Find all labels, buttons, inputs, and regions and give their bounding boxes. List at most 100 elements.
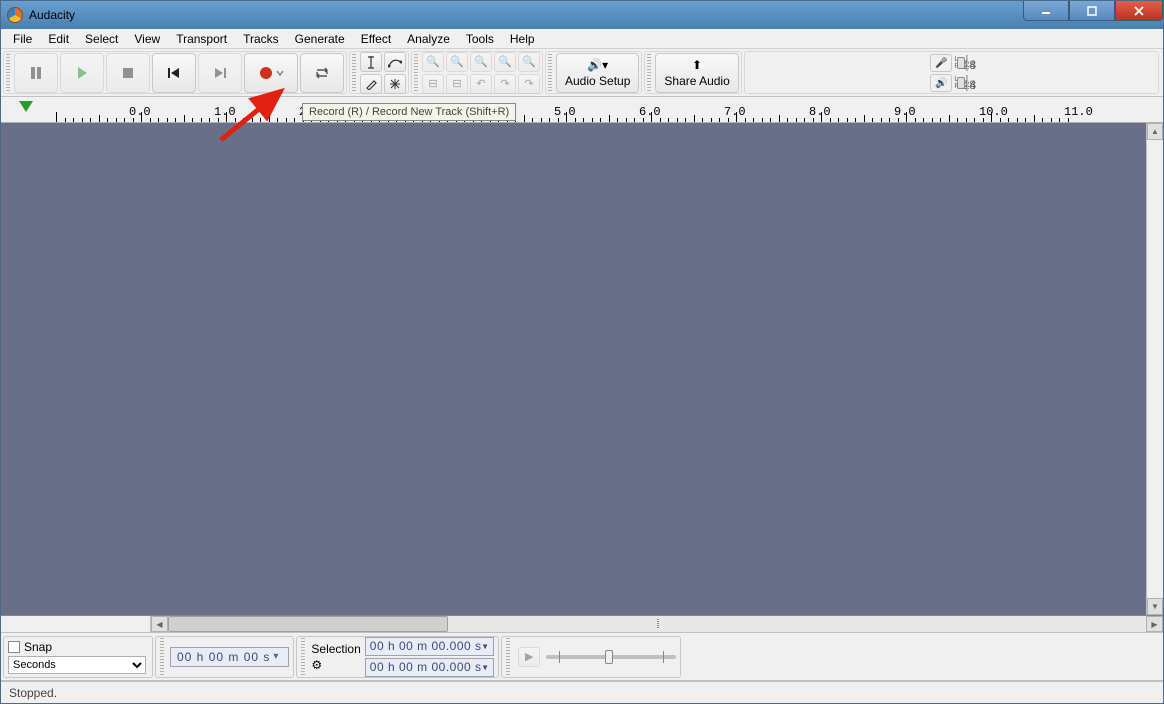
play-button[interactable] (60, 53, 104, 93)
snap-unit-select[interactable]: Seconds (8, 656, 146, 674)
hscroll-track[interactable] (168, 616, 1146, 632)
speaker-meter-icon[interactable]: 🔊 (930, 74, 952, 92)
menu-tracks[interactable]: Tracks (235, 30, 287, 48)
loop-button[interactable] (300, 53, 344, 93)
toolbar-grip[interactable] (6, 54, 10, 92)
redo-button-2[interactable]: ↷ (518, 74, 540, 94)
close-button[interactable] (1115, 1, 1163, 21)
undo-button[interactable]: ↶ (470, 74, 492, 94)
gear-icon[interactable]: ⚙ (311, 658, 360, 672)
fit-selection-button[interactable]: 🔍 (470, 52, 492, 72)
ruler-label: 6.0 (639, 105, 661, 119)
menu-help[interactable]: Help (502, 30, 543, 48)
snap-label: Snap (24, 640, 52, 654)
speaker-icon: 🔊▾ (587, 58, 608, 72)
play-at-speed-button[interactable]: ▶ (518, 647, 540, 667)
toolbar-grip[interactable] (301, 638, 305, 676)
menu-edit[interactable]: Edit (40, 30, 77, 48)
share-toolbar: ⬆ Share Audio (644, 51, 741, 94)
selection-end[interactable]: 00 h 00 m 00.000 s▾ (365, 658, 494, 677)
envelope-tool[interactable] (384, 52, 406, 72)
ruler-label: 5.0 (554, 105, 576, 119)
audio-setup-label: Audio Setup (565, 74, 630, 88)
share-audio-button[interactable]: ⬆ Share Audio (655, 53, 738, 93)
speed-slider-thumb[interactable] (605, 650, 613, 664)
trim-button[interactable]: ⊟ (422, 74, 444, 94)
ruler-label: 0.0 (129, 105, 151, 119)
silence-button[interactable]: ⊟ (446, 74, 468, 94)
selection-label: Selection (311, 642, 360, 656)
menubar: File Edit Select View Transport Tracks G… (1, 29, 1163, 49)
ruler-label: 1.0 (214, 105, 236, 119)
vertical-scrollbar[interactable]: ▲ ▼ (1146, 123, 1163, 615)
selection-panel: Selection ⚙ 00 h 00 m 00.000 s▾ 00 h 00 … (296, 636, 499, 678)
ruler-label: 7.0 (724, 105, 746, 119)
toolbar-grip[interactable] (647, 54, 651, 92)
maximize-button[interactable] (1069, 1, 1115, 21)
snap-panel: Snap Seconds (3, 636, 153, 678)
toolbar-grip[interactable] (548, 54, 552, 92)
pause-button[interactable] (14, 53, 58, 93)
hscroll-thumb[interactable] (168, 616, 448, 632)
menu-view[interactable]: View (126, 30, 168, 48)
playback-meter[interactable]: -48 -24 (966, 75, 968, 91)
scroll-right-button[interactable]: ▶ (1146, 616, 1163, 632)
tools-toolbar (349, 51, 409, 94)
skip-end-button[interactable] (198, 53, 242, 93)
menu-tools[interactable]: Tools (458, 30, 502, 48)
menu-generate[interactable]: Generate (287, 30, 353, 48)
minimize-button[interactable] (1023, 1, 1069, 21)
status-bar: Stopped. (1, 681, 1163, 703)
selection-tool[interactable] (360, 52, 382, 72)
toolbar-grip[interactable] (352, 54, 356, 92)
timeline-ruler[interactable]: 0.01.02.03.04.05.06.07.08.09.010.011.0 (1, 97, 1163, 123)
scroll-down-button[interactable]: ▼ (1147, 598, 1163, 615)
recording-meter[interactable]: -48 -24 (966, 55, 968, 71)
speed-slider[interactable] (546, 655, 676, 659)
scroll-left-button[interactable]: ◀ (151, 616, 168, 632)
horizontal-scrollbar: ◀ ▶ (1, 616, 1163, 633)
draw-tool[interactable] (360, 74, 382, 94)
menu-analyze[interactable]: Analyze (399, 30, 458, 48)
window-buttons (1023, 1, 1163, 21)
record-tooltip: Record (R) / Record New Track (Shift+R) (302, 103, 516, 121)
track-area[interactable]: ▲ ▼ (1, 123, 1163, 616)
playback-speed-panel: ▶ (501, 636, 681, 678)
menu-file[interactable]: File (5, 30, 40, 48)
redo-button[interactable]: ↷ (494, 74, 516, 94)
titlebar: Audacity (1, 1, 1163, 29)
toolbar-grip[interactable] (160, 638, 164, 676)
menu-effect[interactable]: Effect (353, 30, 399, 48)
selection-start[interactable]: 00 h 00 m 00.000 s▾ (365, 637, 494, 656)
menu-select[interactable]: Select (77, 30, 126, 48)
toolbar-grip[interactable] (506, 638, 510, 676)
scroll-up-button[interactable]: ▲ (1147, 123, 1163, 140)
fit-project-button[interactable]: 🔍 (494, 52, 516, 72)
zoom-out-button[interactable]: 🔍 (446, 52, 468, 72)
status-text: Stopped. (9, 686, 57, 700)
record-button[interactable] (244, 53, 298, 93)
skip-start-button[interactable] (152, 53, 196, 93)
toolbar-grip[interactable] (414, 54, 418, 92)
stop-button[interactable] (106, 53, 150, 93)
edit-toolbar: 🔍 🔍 🔍 🔍 ⊟ ⊟ ↶ ↷ 🔍 ↷ (411, 51, 543, 94)
meter-toolbar: 🎤 LR -48 -24 🔊 LR -48 -24 (744, 51, 1159, 94)
meter-slider-thumb[interactable] (957, 77, 965, 89)
ruler-label: 11.0 (1064, 105, 1093, 119)
mic-icon[interactable]: 🎤 (930, 54, 952, 72)
zoom-toggle-button[interactable]: 🔍 (518, 52, 540, 72)
zoom-in-button[interactable]: 🔍 (422, 52, 444, 72)
menu-transport[interactable]: Transport (168, 30, 235, 48)
toolbar-row: 🔍 🔍 🔍 🔍 ⊟ ⊟ ↶ ↷ 🔍 ↷ 🔊▾ Audio Setup ⬆ Sha… (1, 49, 1163, 97)
ruler-label: 9.0 (894, 105, 916, 119)
window-title: Audacity (29, 8, 75, 22)
meter-slider-thumb[interactable] (957, 57, 965, 69)
audio-setup-toolbar: 🔊▾ Audio Setup (545, 51, 642, 94)
audio-setup-button[interactable]: 🔊▾ Audio Setup (556, 53, 639, 93)
time-panel: 00 h 00 m 00 s▾ (155, 636, 294, 678)
multi-tool[interactable] (384, 74, 406, 94)
snap-checkbox[interactable] (8, 641, 20, 653)
time-display[interactable]: 00 h 00 m 00 s▾ (170, 647, 289, 667)
app-icon (7, 7, 23, 23)
share-audio-label: Share Audio (664, 74, 729, 88)
